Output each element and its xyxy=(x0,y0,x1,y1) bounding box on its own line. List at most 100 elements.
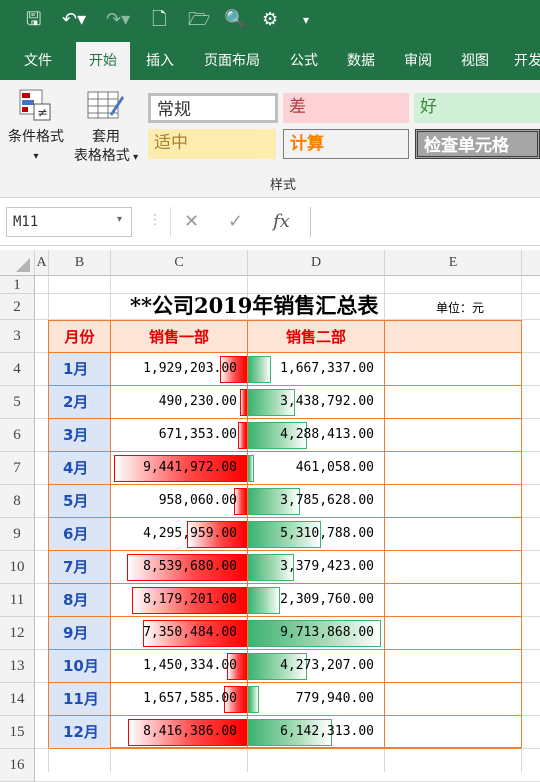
name-box[interactable]: M11 xyxy=(6,207,132,237)
cell-dept2[interactable]: 1,667,337.00 xyxy=(248,353,385,386)
tab-data[interactable]: 数据 xyxy=(337,42,385,80)
cell-dept2[interactable]: 5,310,788.00 xyxy=(248,518,385,551)
cell-empty[interactable] xyxy=(385,518,521,551)
cell-dept2[interactable]: 4,273,207.00 xyxy=(248,650,385,683)
column-header-e[interactable]: E xyxy=(385,250,522,276)
row-header[interactable]: 8 xyxy=(0,485,35,518)
chevron-down-icon[interactable]: ▾ xyxy=(117,214,122,225)
row-header[interactable]: 13 xyxy=(0,650,35,683)
row-header[interactable]: 4 xyxy=(0,353,35,386)
cell-empty[interactable] xyxy=(385,584,521,617)
cell-empty[interactable] xyxy=(385,716,521,749)
cell-month[interactable]: 2月 xyxy=(49,386,111,419)
cell-dept1[interactable]: 671,353.00 xyxy=(111,419,248,452)
row-header[interactable]: 6 xyxy=(0,419,35,452)
cell-dept1[interactable]: 1,657,585.00 xyxy=(111,683,248,716)
row-header[interactable]: 7 xyxy=(0,452,35,485)
insert-function-icon[interactable]: fx xyxy=(273,207,290,237)
row-header[interactable]: 10 xyxy=(0,551,35,584)
column-header-c[interactable]: C xyxy=(111,250,248,276)
customize-icon[interactable]: ▾ xyxy=(303,9,309,31)
cell-dept2[interactable]: 461,058.00 xyxy=(248,452,385,485)
column-header-f[interactable] xyxy=(522,250,540,276)
touch-mode-icon[interactable]: ⚙ xyxy=(262,9,278,31)
cell-dept2[interactable]: 3,379,423.00 xyxy=(248,551,385,584)
cell-empty[interactable] xyxy=(385,452,521,485)
row-header[interactable]: 14 xyxy=(0,683,35,716)
cell-month[interactable]: 4月 xyxy=(49,452,111,485)
cell-empty[interactable] xyxy=(385,683,521,716)
style-check-cell[interactable]: 检查单元格 xyxy=(415,129,540,159)
style-bad[interactable]: 差 xyxy=(283,93,409,123)
cell-month[interactable]: 3月 xyxy=(49,419,111,452)
cell-dept1[interactable]: 1,929,203.00 xyxy=(111,353,248,386)
row-header[interactable]: 2 xyxy=(0,294,35,320)
cell-dept2[interactable]: 9,713,868.00 xyxy=(248,617,385,650)
row-header[interactable]: 5 xyxy=(0,386,35,419)
cell-month[interactable]: 5月 xyxy=(49,485,111,518)
style-calculation[interactable]: 计算 xyxy=(283,129,409,159)
format-as-table-button[interactable]: 套用 表格格式 ▾ xyxy=(70,88,142,174)
cell-month[interactable]: 12月 xyxy=(49,716,111,749)
cell-dept1[interactable]: 8,416,386.00 xyxy=(111,716,248,749)
row-header[interactable]: 3 xyxy=(0,320,35,353)
redo-icon[interactable]: ↷▾ xyxy=(106,9,130,31)
cell-dept1[interactable]: 7,350,484.00 xyxy=(111,617,248,650)
cell-month[interactable]: 6月 xyxy=(49,518,111,551)
style-neutral[interactable]: 适中 xyxy=(148,129,276,159)
new-file-icon[interactable]: 🗋 xyxy=(152,9,166,31)
header-dept1[interactable]: 销售一部 xyxy=(111,321,248,353)
tab-home[interactable]: 开始 xyxy=(76,42,130,80)
column-header-d[interactable]: D xyxy=(248,250,385,276)
cell-month[interactable]: 11月 xyxy=(49,683,111,716)
column-header-a[interactable]: A xyxy=(35,250,49,276)
row-header[interactable]: 9 xyxy=(0,518,35,551)
cell-dept2[interactable]: 3,785,628.00 xyxy=(248,485,385,518)
conditional-format-button[interactable]: ≠ 条件格式 ▾ xyxy=(4,88,68,174)
row-header[interactable]: 12 xyxy=(0,617,35,650)
tab-review[interactable]: 审阅 xyxy=(394,42,442,80)
style-good[interactable]: 好 xyxy=(414,93,540,123)
header-empty[interactable] xyxy=(385,321,521,353)
row-header[interactable]: 11 xyxy=(0,584,35,617)
enter-icon[interactable]: ✓ xyxy=(228,207,243,237)
cell-empty[interactable] xyxy=(385,419,521,452)
tab-developer[interactable]: 开发 xyxy=(508,42,540,80)
cell-empty[interactable] xyxy=(385,485,521,518)
row-header[interactable]: 16 xyxy=(0,749,35,782)
drag-handle-icon[interactable]: ⋮ xyxy=(148,212,162,228)
cell-empty[interactable] xyxy=(385,650,521,683)
tab-page-layout[interactable]: 页面布局 xyxy=(192,42,272,80)
row-header[interactable]: 15 xyxy=(0,716,35,749)
tab-file[interactable]: 文件 xyxy=(8,42,68,80)
cell-dept1[interactable]: 8,179,201.00 xyxy=(111,584,248,617)
cell-empty[interactable] xyxy=(385,617,521,650)
cell-dept1[interactable]: 8,539,680.00 xyxy=(111,551,248,584)
cell-dept1[interactable]: 9,441,972.00 xyxy=(111,452,248,485)
cell-month[interactable]: 10月 xyxy=(49,650,111,683)
cell-empty[interactable] xyxy=(385,353,521,386)
cell-empty[interactable] xyxy=(385,551,521,584)
header-month[interactable]: 月份 xyxy=(49,321,111,353)
cell-dept1[interactable]: 490,230.00 xyxy=(111,386,248,419)
cell-month[interactable]: 1月 xyxy=(49,353,111,386)
unit-label[interactable]: 单位：元 xyxy=(436,299,484,316)
column-header-b[interactable]: B xyxy=(49,250,111,276)
formula-input[interactable] xyxy=(310,207,540,237)
cell-dept2[interactable]: 779,940.00 xyxy=(248,683,385,716)
sheet-title[interactable]: **公司2019年销售汇总表 xyxy=(130,290,378,320)
row-header[interactable]: 1 xyxy=(0,276,35,294)
cell-empty[interactable] xyxy=(385,386,521,419)
select-all-corner[interactable] xyxy=(0,250,35,276)
cell-month[interactable]: 8月 xyxy=(49,584,111,617)
save-icon[interactable]: 🖫 xyxy=(26,9,41,31)
cell-dept2[interactable]: 3,438,792.00 xyxy=(248,386,385,419)
cell-month[interactable]: 9月 xyxy=(49,617,111,650)
tab-insert[interactable]: 插入 xyxy=(136,42,184,80)
tab-formulas[interactable]: 公式 xyxy=(280,42,328,80)
print-preview-icon[interactable]: 🔍 xyxy=(224,9,246,31)
open-folder-icon[interactable]: 🗁 xyxy=(188,9,210,31)
cell-dept1[interactable]: 958,060.00 xyxy=(111,485,248,518)
undo-icon[interactable]: ↶▾ xyxy=(62,9,86,31)
cancel-icon[interactable]: ✕ xyxy=(184,207,199,237)
